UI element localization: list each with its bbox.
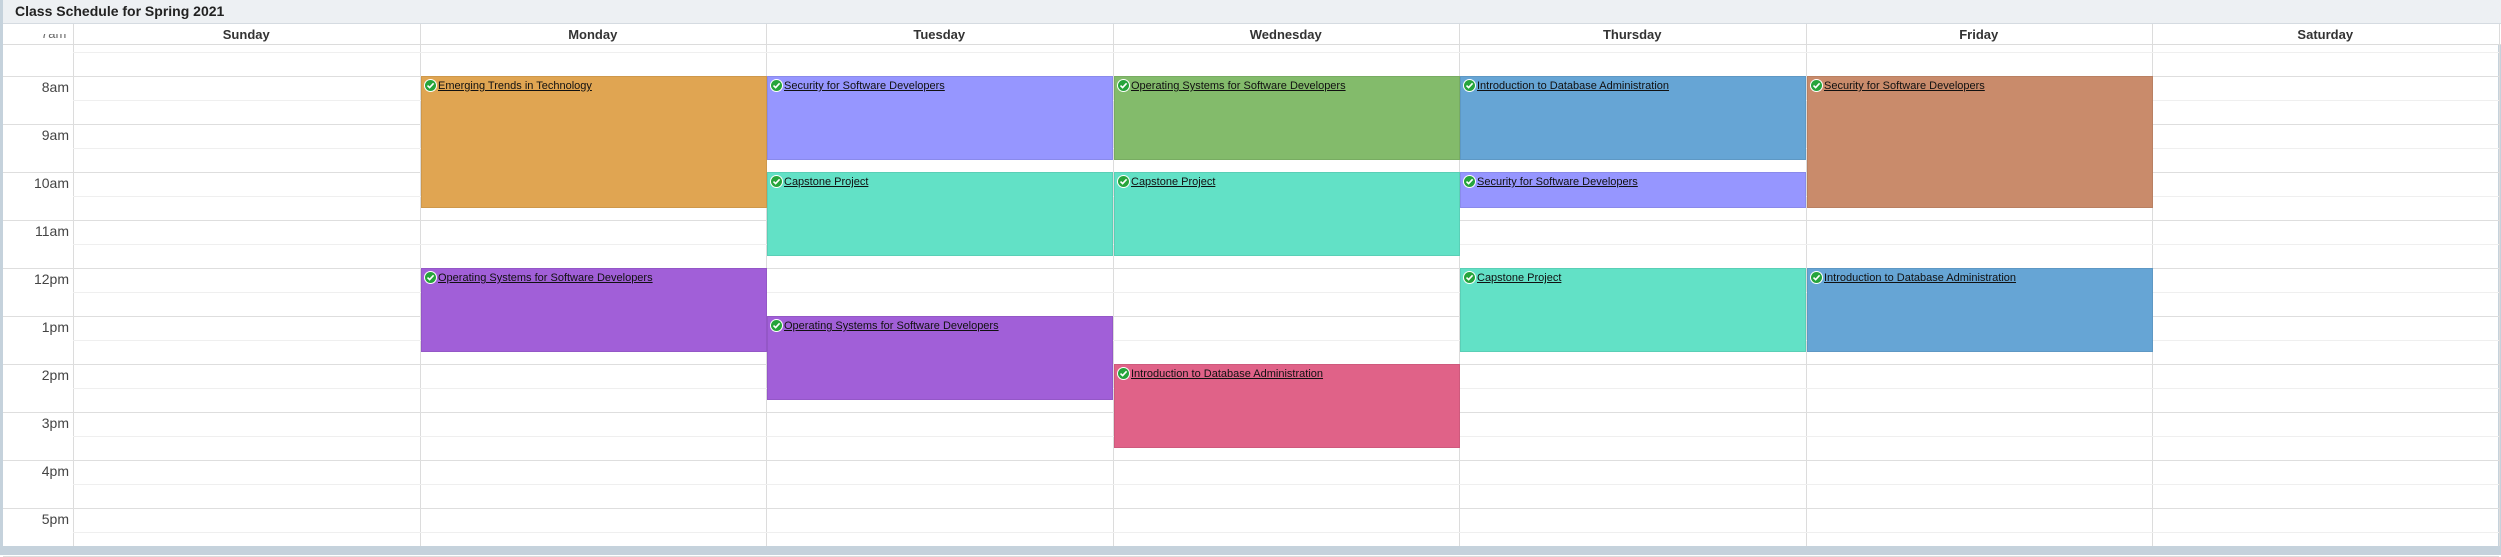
hour-gridline [3, 460, 2499, 461]
time-label-5pm: 5pm [41, 511, 69, 527]
checkmark-icon [1118, 368, 1129, 379]
schedule-window: Class Schedule for Spring 2021 Sunday Mon… [0, 0, 2501, 557]
half-hour-gridline [73, 484, 2499, 485]
time-label-partial: 7am [41, 34, 66, 44]
day-column-divider [73, 24, 74, 546]
time-label-1pm: 1pm [41, 319, 69, 335]
half-hour-gridline [73, 52, 2499, 53]
event-block[interactable]: Capstone Project [767, 172, 1113, 256]
event-block[interactable]: Introduction to Database Administration [1807, 268, 2153, 352]
event-title-link[interactable]: Capstone Project [1131, 176, 1215, 188]
event-block[interactable]: Emerging Trends in Technology [421, 76, 767, 208]
event-title-link[interactable]: Operating Systems for Software Developer… [784, 320, 999, 332]
event-title-link[interactable]: Capstone Project [784, 176, 868, 188]
event-title-link[interactable]: Introduction to Database Administration [1824, 272, 2016, 284]
checkmark-icon [771, 80, 782, 91]
event-block[interactable]: Operating Systems for Software Developer… [421, 268, 767, 352]
event-title-link[interactable]: Security for Software Developers [1824, 80, 1985, 92]
event-block[interactable]: Capstone Project [1460, 268, 1806, 352]
event-block[interactable]: Introduction to Database Administration [1460, 76, 1806, 160]
event-block[interactable]: Security for Software Developers [767, 76, 1113, 160]
event-title-link[interactable]: Introduction to Database Administration [1131, 368, 1323, 380]
half-hour-gridline [73, 532, 2499, 533]
event-title-link[interactable]: Security for Software Developers [1477, 176, 1638, 188]
time-label-3pm: 3pm [41, 415, 69, 431]
event-title-link[interactable]: Operating Systems for Software Developer… [1131, 80, 1346, 92]
calendar-grid: 7am 8am 9am 10am 11am 12pm 1pm 2pm 3pm 4pm 5pm Emer… [3, 0, 2501, 557]
checkmark-icon [1464, 80, 1475, 91]
checkmark-icon [1464, 272, 1475, 283]
checkmark-icon [1118, 176, 1129, 187]
time-label-4pm: 4pm [41, 463, 69, 479]
event-block[interactable]: Operating Systems for Software Developer… [767, 316, 1113, 400]
event-block[interactable]: Introduction to Database Administration [1114, 364, 1460, 448]
day-column-divider [2499, 24, 2500, 546]
event-title-link[interactable]: Operating Systems for Software Developer… [438, 272, 653, 284]
hour-gridline [3, 508, 2499, 509]
event-title-link[interactable]: Security for Software Developers [784, 80, 945, 92]
checkmark-icon [771, 176, 782, 187]
time-label-9am: 9am [41, 127, 69, 143]
time-label-10am: 10am [33, 175, 69, 191]
checkmark-icon [1118, 80, 1129, 91]
time-label-8am: 8am [41, 79, 69, 95]
checkmark-icon [1811, 80, 1822, 91]
checkmark-icon [771, 320, 782, 331]
event-block[interactable]: Operating Systems for Software Developer… [1114, 76, 1460, 160]
checkmark-icon [1464, 176, 1475, 187]
time-label-12pm: 12pm [33, 271, 69, 287]
event-title-link[interactable]: Emerging Trends in Technology [438, 80, 592, 92]
time-label-11am: 11am [35, 223, 69, 239]
checkmark-icon [425, 272, 436, 283]
time-label-2pm: 2pm [41, 367, 69, 383]
event-title-link[interactable]: Capstone Project [1477, 272, 1561, 284]
event-block[interactable]: Capstone Project [1114, 172, 1460, 256]
checkmark-icon [425, 80, 436, 91]
event-block[interactable]: Security for Software Developers [1807, 76, 2153, 208]
bottom-scrollbar[interactable] [3, 546, 2501, 555]
event-block[interactable]: Security for Software Developers [1460, 172, 1806, 208]
checkmark-icon [1811, 272, 1822, 283]
event-title-link[interactable]: Introduction to Database Administration [1477, 80, 1669, 92]
